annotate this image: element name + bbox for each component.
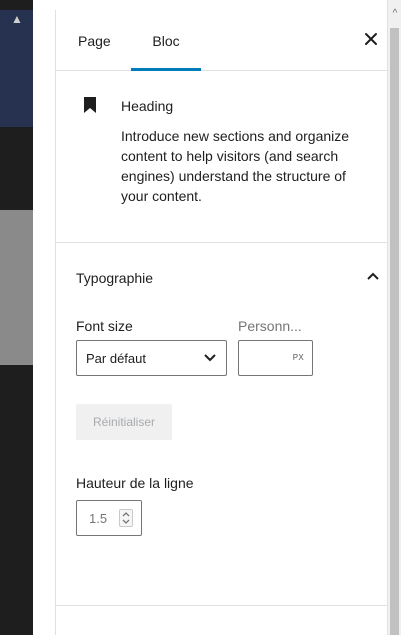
canvas-gray-edge [0,210,33,365]
font-size-selected: Par défaut [86,351,146,366]
canvas-dark-edge [0,365,33,635]
typography-panel: Typographie Font size Personn... Par déf… [56,243,387,606]
chevron-down-icon [204,354,216,362]
tab-page[interactable]: Page [78,10,111,71]
typography-panel-toggle[interactable]: Typographie [56,243,388,307]
typography-title: Typographie [76,270,154,286]
editor-screen: ▲ Page Bloc Heading Introduce new sectio… [0,0,401,635]
canvas-scroll-up-icon[interactable]: ▲ [8,12,26,26]
scrollbar-thumb[interactable] [390,28,399,635]
block-settings-sidebar: Page Bloc Heading Introduce new sections… [55,10,387,635]
stepper-arrows-icon [122,512,130,524]
custom-font-size-input[interactable]: PX [238,340,313,376]
unit-label: PX [292,353,304,362]
close-sidebar-button[interactable] [363,32,379,48]
font-size-select[interactable]: Par défaut [76,340,227,376]
bookmark-icon [84,97,96,113]
canvas-image-edge [0,10,33,127]
editor-canvas-strip: ▲ [0,0,33,635]
custom-size-label: Personn... [238,318,302,334]
line-height-stepper[interactable] [119,509,133,527]
block-title: Heading [121,98,174,114]
sidebar-tabs: Page Bloc [56,10,387,71]
block-card: Heading Introduce new sections and organ… [56,71,387,243]
line-height-label: Hauteur de la ligne [76,475,194,491]
sidebar-scrollbar[interactable]: ^ [387,0,401,635]
block-description: Introduce new sections and organize cont… [121,128,350,204]
line-height-value: 1.5 [89,511,108,526]
chevron-up-icon [367,272,379,280]
scroll-up-icon[interactable]: ^ [388,8,401,19]
tab-bloc[interactable]: Bloc [131,10,201,71]
font-size-label: Font size [76,318,133,334]
close-icon [365,33,377,45]
reset-button[interactable]: Réinitialiser [76,404,172,440]
line-height-input[interactable]: 1.5 [76,500,142,536]
